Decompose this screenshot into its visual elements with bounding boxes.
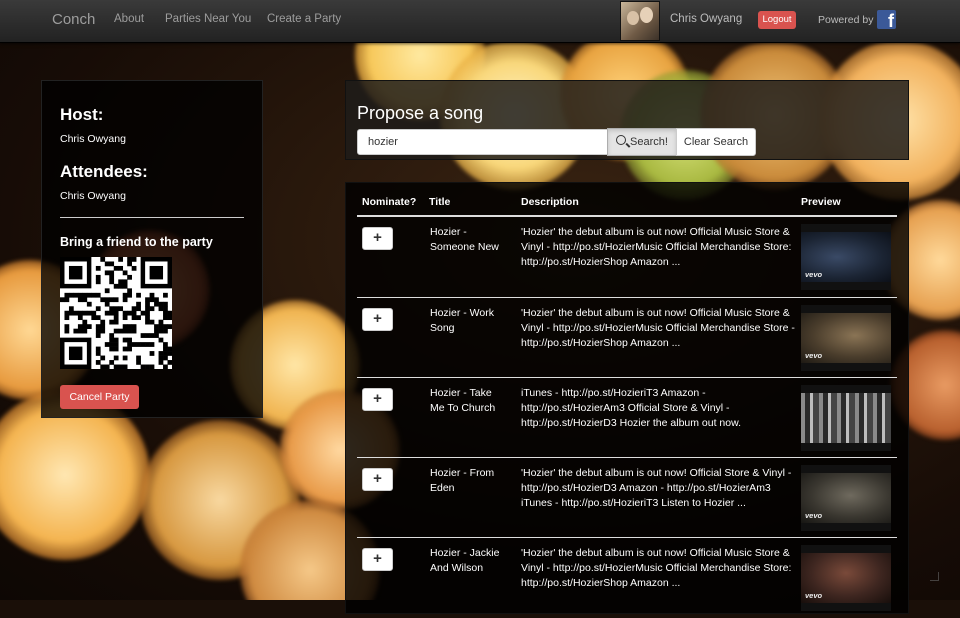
user-name[interactable]: Chris Owyang bbox=[670, 13, 742, 25]
avatar[interactable] bbox=[620, 1, 660, 41]
table-row: + Hozier - Take Me To Church iTunes - ht… bbox=[357, 377, 897, 458]
attendee-name: Chris Owyang bbox=[60, 190, 126, 202]
vevo-label: vevo bbox=[805, 511, 823, 520]
propose-song-panel: Propose a song Search! Clear Search bbox=[345, 80, 909, 160]
divider bbox=[60, 217, 244, 218]
search-input[interactable] bbox=[357, 129, 617, 155]
host-name: Chris Owyang bbox=[60, 133, 126, 145]
attendees-heading: Attendees: bbox=[60, 162, 148, 181]
song-title: Hozier - Jackie And Wilson bbox=[430, 547, 500, 574]
video-thumbnail[interactable]: vevo bbox=[801, 465, 891, 531]
resize-icon[interactable] bbox=[930, 572, 939, 581]
host-heading: Host: bbox=[60, 105, 104, 124]
search-button-label: Search! bbox=[630, 136, 668, 148]
video-thumbnail[interactable] bbox=[801, 385, 891, 451]
song-description: 'Hozier' the debut album is out now! Off… bbox=[521, 467, 792, 509]
column-header-description: Description bbox=[521, 196, 579, 208]
brand-link[interactable]: Conch bbox=[52, 11, 95, 28]
invite-heading: Bring a friend to the party bbox=[60, 235, 213, 249]
nav-link-parties-near-you[interactable]: Parties Near You bbox=[165, 13, 251, 25]
song-description: iTunes - http://po.st/HozieriT3 Amazon -… bbox=[521, 387, 742, 429]
nominate-button[interactable]: + bbox=[362, 468, 393, 491]
song-description: 'Hozier' the debut album is out now! Off… bbox=[521, 226, 792, 268]
table-row: + Hozier - From Eden 'Hozier' the debut … bbox=[357, 457, 897, 538]
vevo-label: vevo bbox=[805, 591, 823, 600]
facebook-icon[interactable]: f bbox=[877, 10, 896, 29]
search-icon bbox=[616, 135, 627, 145]
powered-by-label: Powered by bbox=[818, 14, 874, 26]
song-description: 'Hozier' the debut album is out now! Off… bbox=[521, 547, 792, 589]
video-thumbnail[interactable]: vevo bbox=[801, 545, 891, 611]
column-header-title: Title bbox=[429, 196, 451, 208]
table-row: + Hozier - Someone New 'Hozier' the debu… bbox=[357, 217, 897, 297]
propose-heading: Propose a song bbox=[357, 103, 484, 123]
vevo-label: vevo bbox=[805, 351, 823, 360]
nominate-button[interactable]: + bbox=[362, 227, 393, 250]
song-title: Hozier - From Eden bbox=[430, 467, 495, 494]
column-header-nominate: Nominate? bbox=[362, 196, 417, 208]
table-row: + Hozier - Work Song 'Hozier' the debut … bbox=[357, 297, 897, 378]
nav-link-about[interactable]: About bbox=[114, 13, 144, 25]
column-header-preview: Preview bbox=[801, 196, 841, 208]
avatar-face bbox=[640, 7, 653, 23]
logout-button[interactable]: Logout bbox=[758, 11, 796, 29]
party-info-panel: Host: Chris Owyang Attendees: Chris Owya… bbox=[41, 80, 263, 418]
nominate-button[interactable]: + bbox=[362, 308, 393, 331]
nominate-button[interactable]: + bbox=[362, 548, 393, 571]
song-title: Hozier - Take Me To Church bbox=[430, 387, 496, 414]
video-thumbnail[interactable]: vevo bbox=[801, 224, 891, 290]
results-table: Nominate? Title Description Preview + Ho… bbox=[345, 182, 909, 614]
song-title: Hozier - Someone New bbox=[430, 226, 499, 253]
nominate-button[interactable]: + bbox=[362, 388, 393, 411]
song-title: Hozier - Work Song bbox=[430, 307, 494, 334]
avatar-face bbox=[627, 11, 639, 25]
top-navbar: Conch About Parties Near You Create a Pa… bbox=[0, 0, 960, 43]
vevo-label: vevo bbox=[805, 270, 823, 279]
clear-search-button[interactable]: Clear Search bbox=[676, 128, 756, 156]
nav-link-create-party[interactable]: Create a Party bbox=[267, 13, 341, 25]
cancel-party-button[interactable]: Cancel Party bbox=[60, 385, 139, 409]
video-thumbnail[interactable]: vevo bbox=[801, 305, 891, 371]
table-row: + Hozier - Jackie And Wilson 'Hozier' th… bbox=[357, 537, 897, 618]
qr-code bbox=[60, 257, 173, 370]
search-button[interactable]: Search! bbox=[607, 128, 677, 156]
song-description: 'Hozier' the debut album is out now! Off… bbox=[521, 307, 795, 349]
